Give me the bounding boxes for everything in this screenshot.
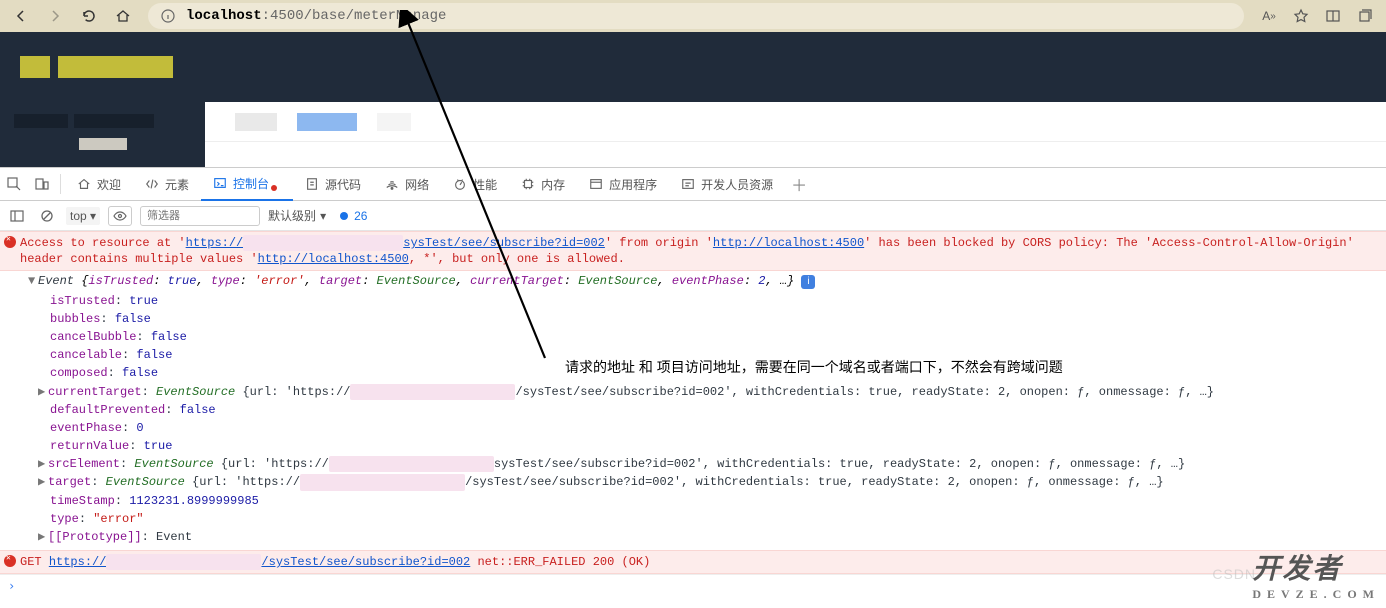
context-selector[interactable]: top ▾ (66, 207, 100, 225)
event-tree: isTrusted: true bubbles: false cancelBub… (0, 292, 1386, 547)
refresh-button[interactable] (74, 2, 104, 30)
cors-origin[interactable]: http://localhost:4500 (713, 236, 864, 250)
console-output: Access to resource at 'https://xxxxxxxxx… (0, 231, 1386, 598)
error-icon (4, 236, 16, 248)
devtools-tabbar: 欢迎 元素 控制台 源代码 网络 性能 内存 应用程序 开发人员资源 ＋ (0, 167, 1386, 201)
favorite-button[interactable] (1286, 2, 1316, 30)
devze-watermark: 开发者 DEVZE.COM (1252, 547, 1380, 602)
live-expression-icon[interactable] (108, 206, 132, 226)
add-tab-icon[interactable]: ＋ (785, 167, 813, 201)
console-filter-bar: top ▾ 默认级别 ▾ 26 (0, 201, 1386, 231)
console-error-net: GET https://xxxxxxxxxxxxxxxxxxx/sysTest/… (0, 550, 1386, 574)
back-button[interactable] (6, 2, 36, 30)
tab-elements[interactable]: 元素 (133, 167, 201, 201)
failed-url[interactable]: https://xxxxxxxxxxxxxxxxxxx/sysTest/see/… (49, 555, 470, 569)
tab-performance[interactable]: 性能 (441, 167, 509, 201)
event-current-target[interactable]: ▶currentTarget: EventSource {url: 'https… (38, 383, 1386, 401)
tab-application[interactable]: 应用程序 (577, 167, 669, 201)
read-aloud-button[interactable]: A» (1254, 2, 1284, 30)
sidebar-toggle-icon[interactable] (6, 209, 28, 223)
tab-network[interactable]: 网络 (373, 167, 441, 201)
csdn-watermark: CSDN (1212, 566, 1256, 582)
app-subheader (0, 102, 1386, 167)
console-event-summary[interactable]: ▼Event {isTrusted: true, type: 'error', … (0, 271, 1386, 291)
filter-input[interactable] (140, 206, 260, 226)
tab-welcome[interactable]: 欢迎 (65, 167, 133, 201)
collections-button[interactable] (1350, 2, 1380, 30)
info-icon (160, 8, 176, 24)
cors-url-1[interactable]: https://xxxxxxxxxxxxxxxxxxxxsysTest/see/… (186, 236, 605, 250)
error-icon (4, 555, 16, 567)
browser-toolbar: localhost:4500/base/meterManage A» (0, 0, 1386, 32)
tab-console[interactable]: 控制台 (201, 167, 293, 201)
url-text: localhost:4500/base/meterManage (186, 8, 446, 24)
annotation-text: 请求的地址 和 项目访问地址，需要在同一个域名或者端口下，不然会有跨域问题 (565, 357, 1063, 377)
address-bar[interactable]: localhost:4500/base/meterManage (148, 3, 1244, 29)
event-src-element[interactable]: ▶srcElement: EventSource {url: 'https://… (38, 455, 1386, 473)
forward-button[interactable] (40, 2, 70, 30)
app-header (0, 32, 1386, 102)
device-icon[interactable] (28, 167, 56, 201)
tab-sources[interactable]: 源代码 (293, 167, 373, 201)
split-button[interactable] (1318, 2, 1348, 30)
console-prompt[interactable]: › (0, 574, 1386, 597)
log-level-selector[interactable]: 默认级别 ▾ (268, 207, 326, 224)
inspect-icon[interactable] (0, 167, 28, 201)
cors-url-2[interactable]: http://localhost:4500 (258, 252, 409, 266)
tab-memory[interactable]: 内存 (509, 167, 577, 201)
event-target[interactable]: ▶target: EventSource {url: 'https://xxxx… (38, 473, 1386, 491)
console-error-cors: Access to resource at 'https://xxxxxxxxx… (0, 231, 1386, 271)
info-icon[interactable]: i (801, 275, 815, 289)
issues-count[interactable]: 26 (340, 209, 367, 223)
home-button[interactable] (108, 2, 138, 30)
event-prototype[interactable]: ▶[[Prototype]]: Event (38, 528, 1386, 546)
tab-devres[interactable]: 开发人员资源 (669, 167, 785, 201)
clear-console-icon[interactable] (36, 209, 58, 223)
